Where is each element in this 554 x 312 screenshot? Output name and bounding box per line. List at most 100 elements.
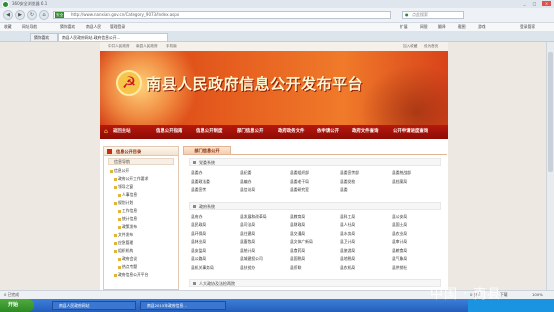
tree-item[interactable]: 政策发布 <box>118 224 137 230</box>
department-link[interactable]: 县委宣传部 <box>340 170 359 176</box>
department-link[interactable]: 县城建投公司 <box>240 256 263 262</box>
close-button[interactable]: × <box>542 1 551 6</box>
department-link[interactable]: 县地税局 <box>340 256 355 262</box>
toolbar-item-translate[interactable]: 翻译 <box>438 24 446 30</box>
set-homepage-link[interactable]: 设为首页 <box>424 44 438 49</box>
department-link[interactable]: 县林业局 <box>191 239 206 245</box>
toolbar-item-screenshot[interactable]: 截图 <box>458 24 466 30</box>
department-link[interactable]: 县委老干局 <box>290 179 309 185</box>
department-link[interactable]: 县食药局 <box>290 248 305 254</box>
department-link[interactable]: 县委组织部 <box>290 170 309 176</box>
add-favorite-link[interactable]: 加入收藏 <box>403 44 417 49</box>
department-link[interactable]: 县旅游局 <box>340 248 355 254</box>
nav-item-home[interactable]: 返回主站 <box>113 128 131 134</box>
bookmark-item[interactable]: 管理登录 <box>110 24 125 30</box>
toolbar-item-bank[interactable]: 网银 <box>420 24 428 30</box>
department-link[interactable]: 县扶贫办 <box>240 265 255 271</box>
tab-item[interactable]: 猜你喜欢 <box>30 33 58 41</box>
department-link[interactable]: 县粮食局 <box>392 248 407 254</box>
bookmark-item[interactable]: 收藏 <box>4 24 12 30</box>
bookmark-item[interactable]: 网址导航 <box>22 24 37 30</box>
department-link[interactable]: 县财政局 <box>290 222 305 228</box>
tree-item[interactable]: 热点专题 <box>118 264 137 270</box>
nav-item-query[interactable]: 政府文件查询 <box>352 128 378 134</box>
department-link[interactable]: 县国税局 <box>290 256 305 262</box>
forward-button[interactable]: ▶ <box>15 10 25 20</box>
nav-item-apply[interactable]: 依申请公开 <box>317 128 339 134</box>
department-link[interactable]: 县编办 <box>240 179 251 185</box>
toolbar-item-extensions[interactable]: 扩展 <box>400 24 408 30</box>
department-link[interactable]: 县委政法委 <box>191 179 210 185</box>
tab-item-active[interactable]: 南县人民政府网站-政府信息公开... <box>58 33 168 41</box>
start-button[interactable]: 开始 <box>0 299 34 312</box>
department-link[interactable]: 县档案局 <box>392 179 407 185</box>
department-link[interactable]: 县安监局 <box>191 248 206 254</box>
tree-item[interactable]: 统计信息 <box>118 216 137 222</box>
minimize-button[interactable]: _ <box>520 1 529 6</box>
department-link[interactable]: 县民政局 <box>191 222 206 228</box>
bookmark-item[interactable]: 猜你喜欢 <box>60 24 75 30</box>
search-engine-icon[interactable]: ● <box>405 12 409 18</box>
tree-item[interactable]: 工作信息 <box>118 208 137 214</box>
department-link[interactable]: 县交通局 <box>290 231 305 237</box>
zoom-level[interactable]: 100% <box>532 292 543 297</box>
search-input[interactable]: ● 点此搜索 <box>402 11 464 19</box>
department-link[interactable]: 县统计局 <box>240 248 255 254</box>
department-link[interactable]: 县府办 <box>191 214 202 220</box>
department-link[interactable]: 县侨联 <box>290 265 301 271</box>
refresh-icon[interactable]: ↻ <box>27 10 37 20</box>
department-link[interactable]: 县委研究室 <box>290 187 309 193</box>
tree-item[interactable]: 文件发布 <box>114 232 133 238</box>
tree-item[interactable]: 政府信息公开平台 <box>114 272 148 278</box>
tree-item[interactable]: 领导之窗 <box>114 184 133 190</box>
tree-item[interactable]: 人事信息 <box>118 192 137 198</box>
department-link[interactable]: 县住建局 <box>240 231 255 237</box>
nav-item-system[interactable]: 信息公开制度 <box>196 128 222 134</box>
department-link[interactable]: 县气象局 <box>392 256 407 262</box>
panel-subheading[interactable]: 信息导航 <box>108 158 174 165</box>
department-link[interactable]: 县委统战部 <box>392 170 411 176</box>
department-link[interactable]: 县委 <box>340 187 348 193</box>
bookmark-item[interactable]: 南县人民 <box>86 24 101 30</box>
department-link[interactable]: 县机关事务局 <box>191 265 214 271</box>
department-link[interactable]: 县水务局 <box>340 231 355 237</box>
department-link[interactable]: 县纪委 <box>240 170 251 176</box>
nav-item-department[interactable]: 部门信息公开 <box>237 128 263 134</box>
nav-item-guide[interactable]: 信息公开指南 <box>156 128 182 134</box>
scrollbar-thumb[interactable] <box>548 52 553 172</box>
toolbar-item-login[interactable]: 登录管家 <box>520 24 535 30</box>
top-link[interactable]: 南县人民政府 <box>136 44 158 49</box>
tree-item[interactable]: 规划计划 <box>114 200 133 206</box>
department-link[interactable]: 县公安局 <box>392 214 407 220</box>
department-link[interactable]: 县农业局 <box>392 231 407 237</box>
back-button[interactable]: ◀ <box>3 10 13 20</box>
taskbar-window[interactable]: 南县人民政府网站 <box>52 301 136 310</box>
top-link[interactable]: 手机版 <box>166 44 177 49</box>
tree-item[interactable]: 信息公开 <box>110 168 129 174</box>
tree-item[interactable]: 组织机构 <box>114 248 133 254</box>
toolbar-item-games[interactable]: 游戏 <box>478 24 486 30</box>
tree-item[interactable]: 应急管理 <box>114 240 133 246</box>
department-link[interactable]: 县公路局 <box>191 256 206 262</box>
department-link[interactable]: 县委办 <box>191 170 202 176</box>
maximize-button[interactable]: □ <box>530 1 539 6</box>
department-link[interactable]: 县教育局 <box>290 214 305 220</box>
department-link[interactable]: 县文体广新局 <box>290 239 313 245</box>
department-link[interactable]: 县畜牧局 <box>240 239 255 245</box>
department-link[interactable]: 县委党校 <box>340 179 355 185</box>
department-link[interactable]: 县委宣传 <box>191 187 206 193</box>
top-link[interactable]: 中共人民政府 <box>108 44 130 49</box>
department-link[interactable]: 县审计局 <box>392 239 407 245</box>
url-text[interactable]: http://www.nanxian.gov.cn/Category_9073/… <box>71 12 179 18</box>
tree-item[interactable]: 政府会议 <box>118 256 137 262</box>
nav-item-progress[interactable]: 公开申请进度查询 <box>393 128 428 134</box>
taskbar-window[interactable]: 南县2015年政府信息... <box>140 301 226 310</box>
department-link[interactable]: 县供销社 <box>392 265 407 271</box>
department-link[interactable]: 县环保局 <box>191 231 206 237</box>
department-link[interactable]: 县发展和改革局 <box>240 214 267 220</box>
department-link[interactable]: 县国土局 <box>392 222 407 228</box>
vertical-scrollbar[interactable] <box>546 42 554 290</box>
department-link[interactable]: 县司法局 <box>240 222 255 228</box>
home-button-icon[interactable]: ⌂ <box>39 10 49 20</box>
tree-item[interactable]: 政府公开工作要求 <box>114 176 148 182</box>
